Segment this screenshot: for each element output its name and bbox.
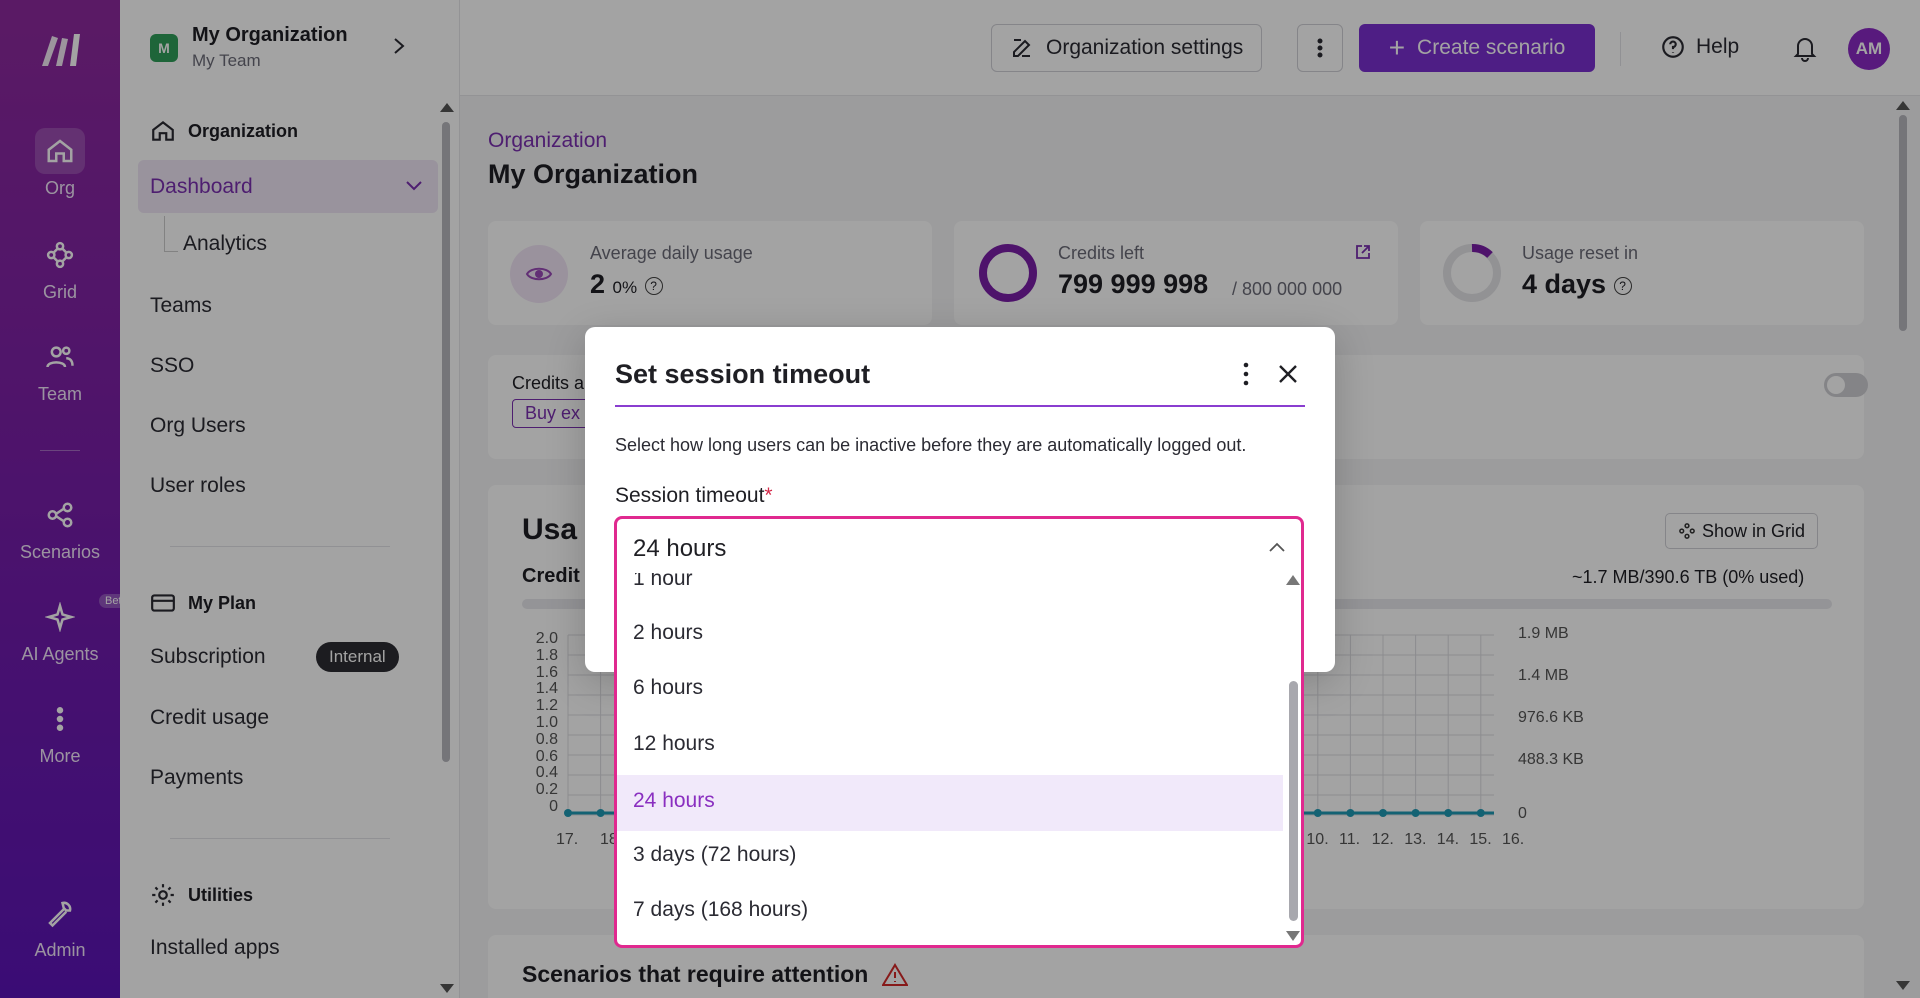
select-option[interactable]: 12 hours xyxy=(617,720,1283,772)
session-timeout-select[interactable]: 24 hours 1 hour 2 hours 6 hours 12 hours… xyxy=(614,516,1304,948)
select-option[interactable]: 3 days (72 hours) xyxy=(617,831,1283,883)
chevron-up-icon xyxy=(1269,542,1285,552)
select-option[interactable]: 2 hours xyxy=(617,609,1283,661)
select-option[interactable]: 1 hour xyxy=(617,573,1283,607)
scrollbar-thumb[interactable] xyxy=(1289,681,1298,921)
scroll-down-arrow-icon[interactable] xyxy=(1286,931,1300,941)
options-scrollbar[interactable] xyxy=(1285,573,1301,945)
select-value: 24 hours xyxy=(633,535,727,562)
select-option[interactable]: 6 hours xyxy=(617,664,1283,716)
close-icon[interactable] xyxy=(1277,363,1299,385)
scroll-up-arrow-icon[interactable] xyxy=(1286,575,1300,585)
more-vertical-icon[interactable] xyxy=(1241,361,1251,387)
session-timeout-label: Session timeout* xyxy=(615,484,773,507)
modal-title-underline xyxy=(615,405,1305,407)
select-option-selected[interactable]: 24 hours xyxy=(617,775,1283,831)
select-options-list: 1 hour 2 hours 6 hours 12 hours 24 hours… xyxy=(617,573,1287,945)
select-option[interactable]: 7 days (168 hours) xyxy=(617,886,1283,938)
modal-title: Set session timeout xyxy=(615,359,871,389)
modal-description: Select how long users can be inactive be… xyxy=(615,435,1247,455)
